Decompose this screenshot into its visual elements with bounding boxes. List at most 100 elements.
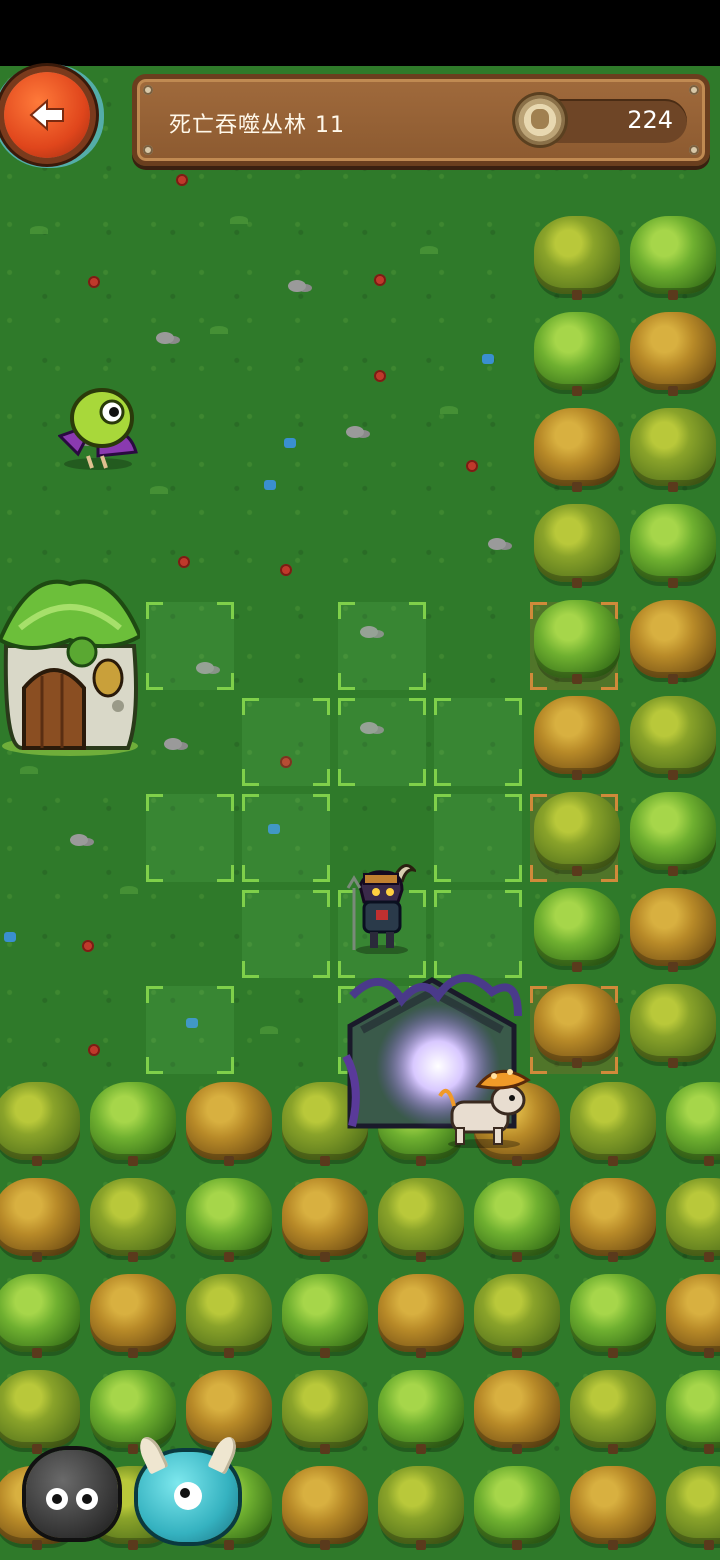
bush	[534, 408, 620, 492]
bush	[630, 408, 716, 492]
stone	[346, 426, 364, 438]
bush	[630, 888, 716, 972]
game-board[interactable]	[0, 66, 720, 1560]
grass-tuft	[120, 886, 138, 894]
red-flower	[88, 276, 100, 288]
blue-flower	[4, 932, 16, 942]
move-tile[interactable]	[146, 794, 234, 882]
bush	[282, 1370, 368, 1454]
bush	[630, 312, 716, 396]
bush	[282, 1274, 368, 1358]
bush	[186, 1178, 272, 1262]
bush	[666, 1178, 720, 1262]
grass-tuft	[150, 486, 168, 494]
red-flower	[176, 174, 188, 186]
coin-counter: 224	[515, 95, 687, 145]
panel-nail	[143, 85, 153, 95]
bush	[534, 696, 620, 780]
red-flower	[374, 370, 386, 382]
grass-tuft	[30, 226, 48, 234]
grass-tuft	[420, 246, 438, 254]
bush	[378, 1274, 464, 1358]
blue-flower	[264, 480, 276, 490]
bush	[474, 1466, 560, 1550]
bush	[630, 504, 716, 588]
move-tile[interactable]	[242, 698, 330, 786]
mushroom-cow-enemy[interactable]	[438, 1062, 532, 1148]
move-tile[interactable]	[146, 986, 234, 1074]
bush	[630, 792, 716, 876]
eye	[46, 1488, 68, 1510]
grass-tuft	[210, 326, 228, 334]
move-tile[interactable]	[434, 794, 522, 882]
red-flower	[280, 564, 292, 576]
panel-nail	[689, 85, 699, 95]
bush	[666, 1466, 720, 1550]
move-tile[interactable]	[146, 602, 234, 690]
bush	[534, 504, 620, 588]
stone	[156, 332, 174, 344]
bush	[570, 1178, 656, 1262]
move-tile[interactable]	[434, 890, 522, 978]
bush	[570, 1082, 656, 1166]
bush	[378, 1178, 464, 1262]
mushroom-house-sprite[interactable]	[0, 576, 140, 756]
bush	[534, 312, 620, 396]
bush	[0, 1082, 80, 1166]
coin-count: 224	[627, 106, 673, 134]
level-panel: 死亡吞噬丛林 11 224	[132, 74, 710, 166]
bush	[534, 792, 620, 876]
bush	[666, 1082, 720, 1166]
bush	[90, 1370, 176, 1454]
grass-tuft	[230, 216, 248, 224]
bush	[534, 216, 620, 300]
move-tile[interactable]	[338, 698, 426, 786]
bush	[666, 1370, 720, 1454]
bush	[630, 696, 716, 780]
bush	[534, 984, 620, 1068]
stone	[488, 538, 506, 550]
level-title: 死亡吞噬丛林 11	[169, 113, 345, 138]
bush	[0, 1178, 80, 1262]
grass-tuft	[440, 406, 458, 414]
red-flower	[178, 556, 190, 568]
blue-flower	[482, 354, 494, 364]
bush	[186, 1082, 272, 1166]
red-flower	[374, 274, 386, 286]
back-button[interactable]	[4, 72, 90, 158]
move-tile[interactable]	[338, 602, 426, 690]
coin-icon	[515, 95, 565, 145]
eye	[76, 1488, 98, 1510]
eye	[174, 1482, 202, 1510]
left-arrow-icon	[29, 98, 64, 132]
bush	[90, 1082, 176, 1166]
game-screen: 死亡吞噬丛林 11 224	[0, 0, 720, 1560]
move-tile[interactable]	[434, 698, 522, 786]
horned-knight-hero[interactable]	[346, 858, 416, 954]
bush	[186, 1274, 272, 1358]
bush	[378, 1370, 464, 1454]
grass-tuft	[20, 766, 38, 774]
bush	[474, 1370, 560, 1454]
bush	[282, 1466, 368, 1550]
move-tile[interactable]	[242, 794, 330, 882]
bush	[90, 1178, 176, 1262]
horned-creature-avatar[interactable]	[135, 1433, 241, 1542]
stone-creature-avatar[interactable]	[26, 1450, 118, 1538]
green-bird-enemy[interactable]	[58, 384, 142, 470]
bush	[534, 600, 620, 684]
bush	[570, 1274, 656, 1358]
status-bar	[0, 0, 720, 66]
red-flower	[82, 940, 94, 952]
bush	[630, 984, 716, 1068]
move-tile[interactable]	[242, 890, 330, 978]
bush	[666, 1274, 720, 1358]
bush	[570, 1466, 656, 1550]
stone	[288, 280, 306, 292]
bush	[630, 600, 716, 684]
bush	[534, 888, 620, 972]
bush	[0, 1370, 80, 1454]
bush	[474, 1274, 560, 1358]
bush	[282, 1178, 368, 1262]
bush	[474, 1178, 560, 1262]
